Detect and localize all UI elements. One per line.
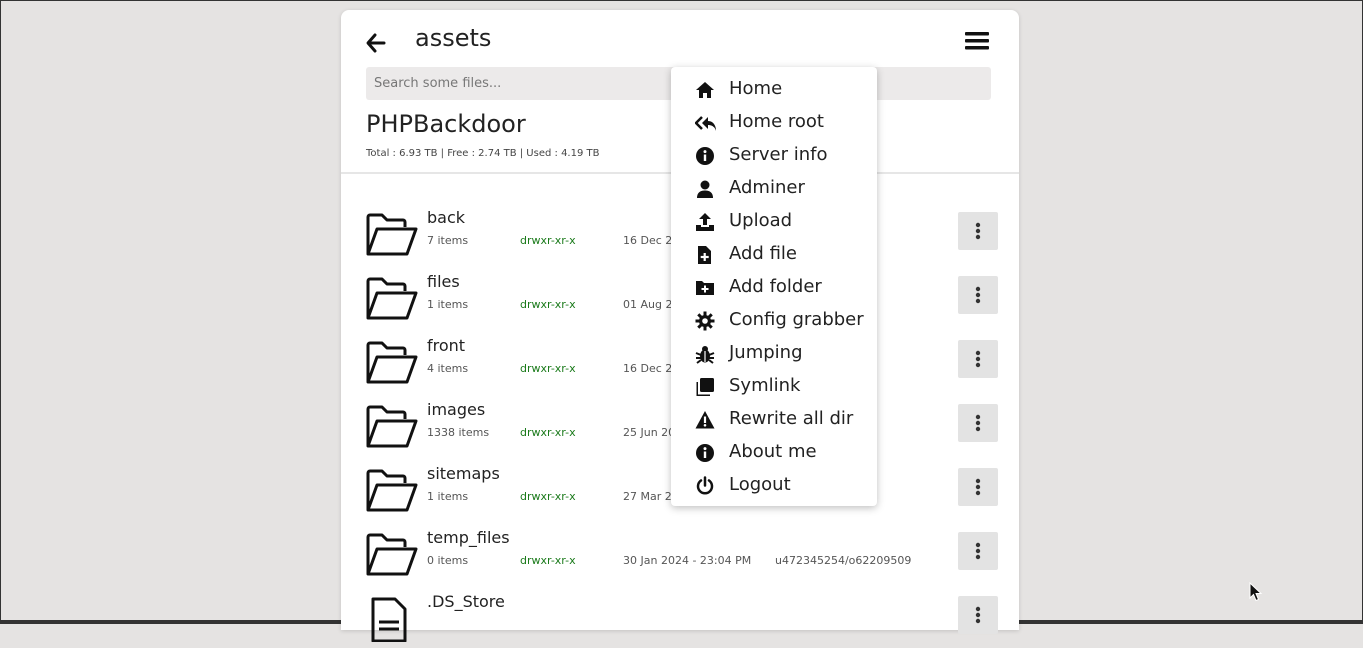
menu-item-label: Home root [729, 111, 824, 132]
item-count: 1 items [427, 298, 469, 311]
permissions: drwxr-xr-x [520, 298, 576, 311]
upload-icon [695, 212, 715, 232]
back-button[interactable] [365, 32, 389, 54]
folder-open-icon [365, 340, 419, 386]
menu-item-label: Logout [729, 474, 791, 495]
hamburger-menu-button[interactable] [965, 30, 991, 54]
file-name[interactable]: files [427, 272, 460, 291]
ellipsis-vertical-icon [975, 222, 981, 240]
ellipsis-vertical-icon [975, 542, 981, 560]
item-count: 4 items [427, 362, 469, 375]
dropdown-menu: Home Home root Server info Adminer Upload Add… [671, 67, 877, 506]
menu-item-home-root[interactable]: Home root [671, 106, 877, 139]
more-options-button[interactable] [958, 212, 998, 250]
menu-item-adminer[interactable]: Adminer [671, 172, 877, 205]
permissions: drwxr-xr-x [520, 490, 576, 503]
gear-icon [695, 311, 715, 331]
file-icon [365, 596, 419, 643]
more-options-button[interactable] [958, 596, 998, 634]
user-icon [695, 179, 715, 199]
more-options-button[interactable] [958, 340, 998, 378]
item-count: 1338 items [427, 426, 490, 439]
power-icon [695, 476, 715, 496]
file-name[interactable]: images [427, 400, 485, 419]
menu-item-logout[interactable]: Logout [671, 469, 877, 502]
arrow-left-icon [366, 33, 386, 53]
more-options-button[interactable] [958, 404, 998, 442]
file-name[interactable]: sitemaps [427, 464, 500, 483]
ellipsis-vertical-icon [975, 606, 981, 624]
menu-item-home[interactable]: Home [671, 73, 877, 106]
menu-item-server-info[interactable]: Server info [671, 139, 877, 172]
permissions: drwxr-xr-x [520, 554, 576, 567]
menu-item-jumping[interactable]: Jumping [671, 337, 877, 370]
menu-item-symlink[interactable]: Symlink [671, 370, 877, 403]
modified-date: 25 Jun 20 [623, 426, 676, 439]
ellipsis-vertical-icon [975, 414, 981, 432]
folder-open-icon [365, 468, 419, 514]
modified-date: 30 Jan 2024 - 23:04 PM [623, 554, 752, 567]
bug-icon [695, 344, 715, 364]
file-row-temp-files[interactable]: temp_files 0 items drwxr-xr-x 30 Jan 2024 -… [341, 520, 1019, 584]
menu-item-about-me[interactable]: About me [671, 436, 877, 469]
home-icon [695, 80, 715, 100]
file-name[interactable]: front [427, 336, 465, 355]
owner: u472345254/o62209509 [775, 554, 912, 567]
menu-item-label: About me [729, 441, 817, 462]
info-circle-icon [695, 146, 715, 166]
reply-all-icon [694, 113, 716, 133]
item-count: 7 items [427, 234, 469, 247]
more-options-button[interactable] [958, 276, 998, 314]
hamburger-icon [965, 32, 989, 50]
menu-item-label: Rewrite all dir [729, 408, 854, 429]
menu-item-label: Jumping [729, 342, 803, 363]
more-options-button[interactable] [958, 532, 998, 570]
permissions: drwxr-xr-x [520, 362, 576, 375]
folder-open-icon [365, 532, 419, 578]
file-name[interactable]: temp_files [427, 528, 510, 547]
permissions: drwxr-xr-x [520, 234, 576, 247]
disk-usage-info: Total : 6.93 TB | Free : 2.74 TB | Used … [366, 148, 600, 159]
menu-item-add-folder[interactable]: Add folder [671, 271, 877, 304]
menu-item-add-file[interactable]: Add file [671, 238, 877, 271]
menu-item-upload[interactable]: Upload [671, 205, 877, 238]
file-add-icon [695, 245, 715, 265]
ellipsis-vertical-icon [975, 478, 981, 496]
info-circle-icon [695, 443, 715, 463]
clone-icon [695, 377, 715, 397]
item-count: 0 items [427, 554, 469, 567]
warning-icon [695, 410, 715, 430]
file-row-ds-store[interactable]: .DS_Store [341, 584, 1019, 648]
item-count: 1 items [427, 490, 469, 503]
menu-item-label: Home [729, 78, 783, 99]
folder-title: assets [415, 24, 492, 52]
ellipsis-vertical-icon [975, 286, 981, 304]
site-title: PHPBackdoor [366, 110, 526, 138]
menu-item-label: Add file [729, 243, 797, 264]
more-options-button[interactable] [958, 468, 998, 506]
folder-open-icon [365, 212, 419, 258]
file-name[interactable]: .DS_Store [427, 592, 505, 611]
menu-item-label: Config grabber [729, 309, 864, 330]
menu-item-label: Adminer [729, 177, 805, 198]
file-name[interactable]: back [427, 208, 465, 227]
folder-add-icon [695, 278, 715, 298]
menu-item-label: Server info [729, 144, 828, 165]
folder-open-icon [365, 276, 419, 322]
mouse-cursor-icon [1249, 582, 1263, 602]
ellipsis-vertical-icon [975, 350, 981, 368]
menu-item-label: Add folder [729, 276, 822, 297]
menu-item-config-grabber[interactable]: Config grabber [671, 304, 877, 337]
menu-item-rewrite-all-dir[interactable]: Rewrite all dir [671, 403, 877, 436]
menu-item-label: Upload [729, 210, 793, 231]
folder-open-icon [365, 404, 419, 450]
menu-item-label: Symlink [729, 375, 801, 396]
permissions: drwxr-xr-x [520, 426, 576, 439]
